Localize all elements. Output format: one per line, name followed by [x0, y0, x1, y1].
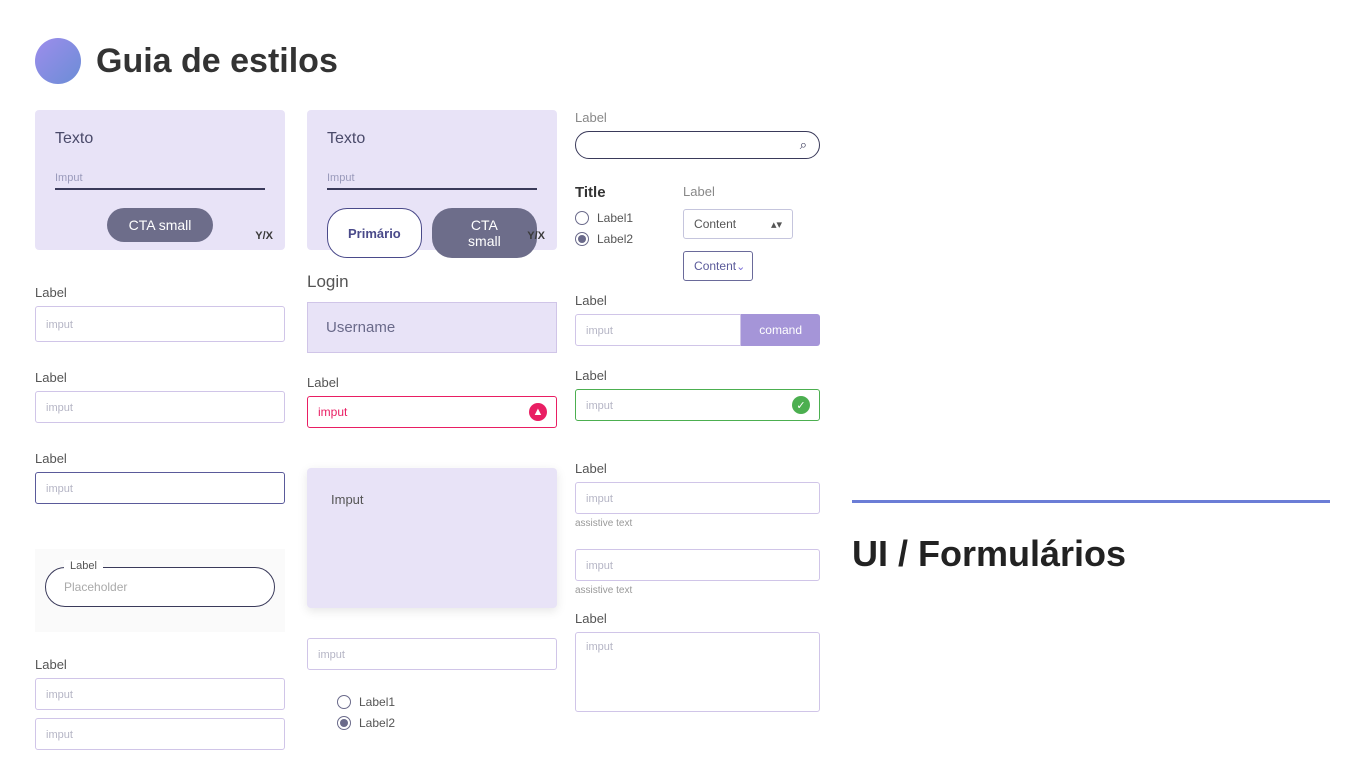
field-label: Label	[575, 293, 820, 308]
text-input[interactable]	[307, 638, 557, 670]
textarea-content: Imput	[331, 492, 364, 507]
text-input[interactable]	[575, 314, 741, 346]
field-label: Label	[307, 375, 557, 390]
card-texto-1: Texto CTA small Y/X	[35, 110, 285, 250]
text-input[interactable]	[35, 306, 285, 342]
radio-icon-selected	[575, 232, 589, 246]
text-input-focused[interactable]	[35, 472, 285, 504]
pill-input[interactable]: Label Placeholder	[45, 567, 275, 607]
radio-icon-selected	[337, 716, 351, 730]
text-input[interactable]	[575, 549, 820, 581]
assistive-text: assistive text	[575, 585, 820, 596]
search-icon: ⌕	[800, 137, 807, 153]
command-button[interactable]: comand	[741, 314, 820, 346]
cta-small-button[interactable]: CTA small	[107, 208, 214, 242]
radio-option-2[interactable]: Label2	[337, 716, 557, 730]
counter-label: Y/X	[255, 230, 273, 242]
pill-placeholder: Placeholder	[64, 580, 127, 594]
radio-label: Label2	[597, 232, 633, 246]
select-value: Content	[694, 217, 736, 231]
select-dropdown[interactable]: Content ▴▾	[683, 209, 793, 239]
radio-group-title: Title	[575, 184, 633, 201]
cta-small-button[interactable]: CTA small	[432, 208, 537, 258]
radio-icon	[337, 695, 351, 709]
card-title: Texto	[327, 130, 537, 148]
text-input[interactable]	[35, 391, 285, 423]
field-label: Label	[575, 368, 820, 383]
textarea-input[interactable]	[575, 632, 820, 712]
username-input[interactable]: Username	[307, 302, 557, 353]
radio-icon	[575, 211, 589, 225]
field-label: Label	[35, 657, 285, 672]
search-input[interactable]: ⌕	[575, 131, 820, 159]
field-label: Label	[35, 285, 285, 300]
section-heading: UI / Formulários	[852, 533, 1330, 575]
select-value: Content	[694, 259, 736, 273]
radio-option[interactable]: Label2	[575, 232, 633, 246]
warning-icon: ▲	[529, 403, 547, 421]
card-texto-2: Texto Primário CTA small Y/X	[307, 110, 557, 250]
field-label: Label	[35, 370, 285, 385]
primary-button[interactable]: Primário	[327, 208, 422, 258]
radio-label: Label1	[359, 695, 395, 709]
text-input-error[interactable]	[307, 396, 557, 428]
text-input[interactable]	[575, 482, 820, 514]
text-input-success[interactable]	[575, 389, 820, 421]
page-title: Guia de estilos	[96, 42, 338, 81]
text-input[interactable]	[35, 718, 285, 750]
section-divider	[852, 500, 1330, 503]
assistive-text: assistive text	[575, 518, 820, 529]
chevron-down-icon: ⌄	[736, 260, 745, 273]
field-label: Label	[575, 461, 820, 476]
logo-icon	[35, 38, 81, 84]
radio-option-1[interactable]: Label1	[337, 695, 557, 709]
pill-label: Label	[64, 560, 103, 572]
check-icon: ✓	[792, 396, 810, 414]
underline-input[interactable]	[327, 166, 537, 190]
caret-icon: ▴▾	[771, 218, 782, 231]
text-input[interactable]	[35, 678, 285, 710]
textarea-card[interactable]: Imput	[307, 468, 557, 608]
field-label: Label	[575, 611, 820, 626]
field-label: Label	[575, 110, 820, 125]
select-dropdown-active[interactable]: Content ⌄	[683, 251, 753, 281]
counter-label: Y/X	[527, 230, 545, 242]
login-title: Login	[307, 272, 557, 292]
card-title: Texto	[55, 130, 265, 148]
radio-option[interactable]: Label1	[575, 211, 633, 225]
field-label: Label	[35, 451, 285, 466]
radio-label: Label2	[359, 716, 395, 730]
field-label: Label	[683, 184, 793, 199]
radio-label: Label1	[597, 211, 633, 225]
underline-input[interactable]	[55, 166, 265, 190]
